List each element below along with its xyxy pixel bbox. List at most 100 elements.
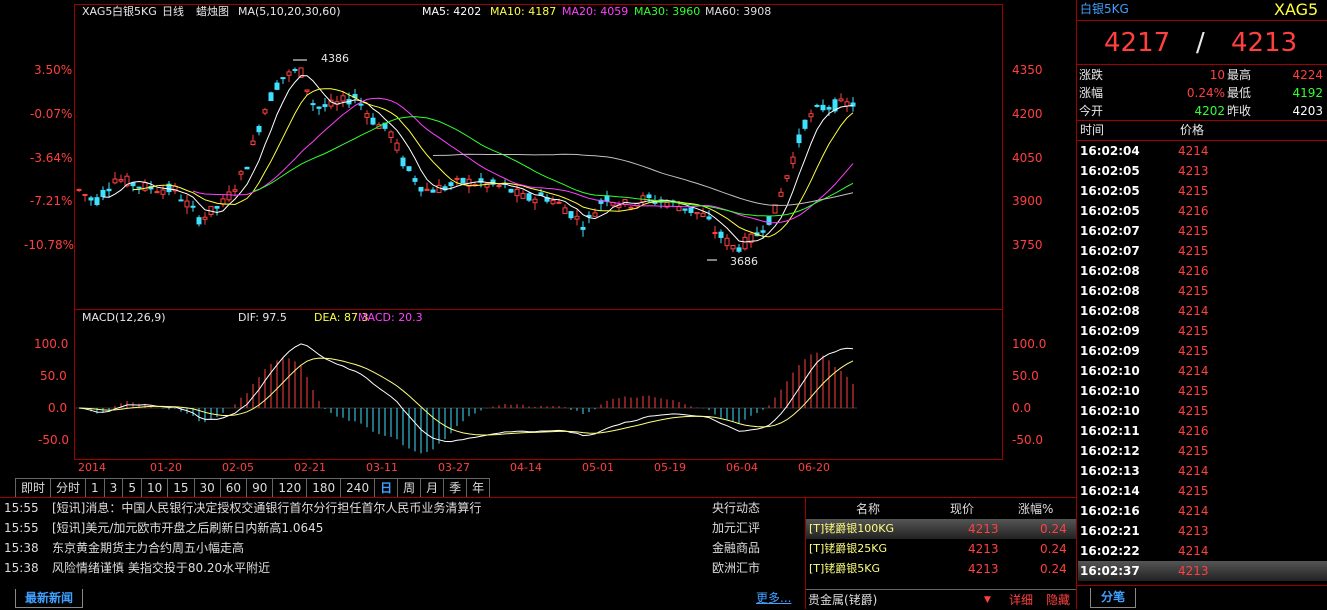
- candle: [268, 91, 274, 102]
- macd-right-axis: 50.0: [1012, 369, 1039, 383]
- tick-row[interactable]: 16:02:05 4215: [1078, 181, 1327, 201]
- news-item[interactable]: 15:38 风险情绪谨慎 美指交投于80.20水平附近 欧洲汇市: [0, 558, 800, 578]
- candle: [520, 190, 526, 199]
- bottom-tab-divider: [1077, 585, 1327, 586]
- period-tab[interactable]: 分时: [50, 478, 87, 498]
- candle: [442, 184, 448, 192]
- period-tab[interactable]: 年: [466, 478, 491, 498]
- period-tab[interactable]: 日: [374, 478, 399, 498]
- tick-row[interactable]: 16:02:07 4215: [1078, 221, 1327, 241]
- tick-row[interactable]: 16:02:04 4214: [1078, 141, 1327, 161]
- bid-price: 4217: [1104, 28, 1171, 58]
- chart-divider: [74, 309, 1003, 310]
- tick-row[interactable]: 16:02:07 4215: [1078, 241, 1327, 261]
- tick-time: 16:02:37: [1080, 564, 1140, 578]
- date-label: 01-20: [150, 461, 182, 474]
- tick-row[interactable]: 16:02:37 4213: [1078, 561, 1327, 581]
- candle: [724, 234, 730, 250]
- date-label: 05-01: [582, 461, 614, 474]
- period-tab[interactable]: 月: [420, 478, 445, 498]
- candle: [280, 77, 286, 84]
- side-top-divider: [1077, 20, 1327, 21]
- candle: [544, 194, 550, 204]
- tick-time: 16:02:21: [1080, 524, 1140, 538]
- dropdown-arrow-icon[interactable]: ▼: [984, 593, 991, 607]
- news-category[interactable]: 加元汇评: [712, 518, 760, 538]
- period-tab[interactable]: 180: [306, 478, 342, 498]
- tick-price: 4214: [1178, 364, 1209, 378]
- news-item[interactable]: 15:55 [短讯]消息：中国人民银行决定授权交通银行首尔分行担任首尔人民币业务清…: [0, 498, 800, 518]
- period-tab[interactable]: 即时: [15, 478, 52, 498]
- period-tab[interactable]: 30: [193, 478, 221, 498]
- period-tab[interactable]: 10: [140, 478, 169, 498]
- tick-row[interactable]: 16:02:11 4216: [1078, 421, 1327, 441]
- candle: [496, 184, 502, 189]
- tick-row[interactable]: 16:02:05 4216: [1078, 201, 1327, 221]
- stat-value: 10: [1209, 68, 1225, 82]
- tick-price: 4215: [1178, 344, 1209, 358]
- tick-row[interactable]: 16:02:08 4214: [1078, 301, 1327, 321]
- tick-row[interactable]: 16:02:12 4215: [1078, 441, 1327, 461]
- news-headline[interactable]: [短讯]美元/加元欧市开盘之后刷新日内新高1.0645: [52, 518, 323, 538]
- candlestick-chart[interactable]: [75, 20, 1002, 308]
- quote-row[interactable]: [T]铑爵银100KG 4213 0.24: [806, 519, 1076, 539]
- period-tab[interactable]: 90: [246, 478, 274, 498]
- more-link[interactable]: 更多...: [756, 591, 791, 605]
- macd-chart[interactable]: [75, 324, 1002, 459]
- period-tab[interactable]: 季: [443, 478, 468, 498]
- tick-row[interactable]: 16:02:09 4215: [1078, 341, 1327, 361]
- candle: [76, 188, 82, 193]
- quote-stat-row: 涨跌 10 最高 4224: [1077, 67, 1327, 85]
- tick-row[interactable]: 16:02:08 4215: [1078, 281, 1327, 301]
- tick-row[interactable]: 16:02:22 4214: [1078, 541, 1327, 561]
- period-tabs: 即时 分时 1 3 5 10 15 30 60 90 120 180 240 日周月季年: [15, 478, 491, 498]
- tick-price: 4214: [1178, 504, 1209, 518]
- news-category[interactable]: 央行动态: [712, 498, 760, 518]
- candle: [694, 211, 700, 220]
- news-headline[interactable]: 风险情绪谨慎 美指交投于80.20水平附近: [52, 558, 270, 578]
- tick-row[interactable]: 16:02:05 4213: [1078, 161, 1327, 181]
- tick-time: 16:02:09: [1080, 324, 1140, 338]
- candle: [772, 204, 778, 214]
- quote-price: 4213: [968, 522, 999, 536]
- news-category[interactable]: 欧洲汇市: [712, 558, 760, 578]
- period-tab[interactable]: 60: [219, 478, 248, 498]
- period-tab[interactable]: 240: [340, 478, 376, 498]
- news-list: 15:55 [短讯]消息：中国人民银行决定授权交通银行首尔分行担任首尔人民币业务清…: [0, 498, 805, 588]
- tick-row[interactable]: 16:02:10 4215: [1078, 381, 1327, 401]
- period-tab[interactable]: 周: [397, 478, 422, 498]
- tick-row[interactable]: 16:02:10 4215: [1078, 401, 1327, 421]
- tick-row[interactable]: 16:02:16 4214: [1078, 501, 1327, 521]
- tick-row[interactable]: 16:02:10 4214: [1078, 361, 1327, 381]
- candle: [490, 177, 496, 187]
- tick-row[interactable]: 16:02:14 4215: [1078, 481, 1327, 501]
- tick-row[interactable]: 16:02:08 4216: [1078, 261, 1327, 281]
- detail-button[interactable]: 详细: [1009, 593, 1033, 607]
- news-tab[interactable]: 最新新闻: [15, 589, 83, 608]
- news-headline[interactable]: 东京黄金期货主力合约周五小幅走高: [52, 538, 244, 558]
- news-item[interactable]: 15:55 [短讯]美元/加元欧市开盘之后刷新日内新高1.0645 加元汇评: [0, 518, 800, 538]
- quote-row[interactable]: [T]铑爵银5KG 4213 0.24: [806, 559, 1076, 579]
- tick-row[interactable]: 16:02:09 4215: [1078, 321, 1327, 341]
- news-item[interactable]: 15:38 东京黄金期货主力合约周五小幅走高 金融商品: [0, 538, 800, 558]
- candle: [190, 200, 196, 212]
- news-headline[interactable]: [短讯]消息：中国人民银行决定授权交通银行首尔分行担任首尔人民币业务清算行: [52, 498, 481, 518]
- period-tab[interactable]: 15: [167, 478, 195, 498]
- tick-row[interactable]: 16:02:21 4213: [1078, 521, 1327, 541]
- candle: [220, 194, 226, 208]
- fenbi-tab[interactable]: 分笔: [1090, 588, 1136, 608]
- quote-row[interactable]: [T]铑爵银25KG 4213 0.24: [806, 539, 1076, 559]
- period-tab[interactable]: 5: [122, 478, 142, 498]
- period-tab[interactable]: 3: [103, 478, 124, 498]
- candle: [250, 134, 256, 146]
- candle: [436, 179, 442, 193]
- tick-row[interactable]: 16:02:13 4214: [1078, 461, 1327, 481]
- date-label: 05-19: [654, 461, 686, 474]
- hide-button[interactable]: 隐藏: [1046, 593, 1070, 607]
- news-category[interactable]: 金融商品: [712, 538, 760, 558]
- candle: [370, 113, 376, 126]
- tick-time: 16:02:16: [1080, 504, 1140, 518]
- period-tab[interactable]: 1: [85, 478, 105, 498]
- market-select[interactable]: 贵金属(铑爵): [808, 593, 877, 607]
- period-tab[interactable]: 120: [272, 478, 308, 498]
